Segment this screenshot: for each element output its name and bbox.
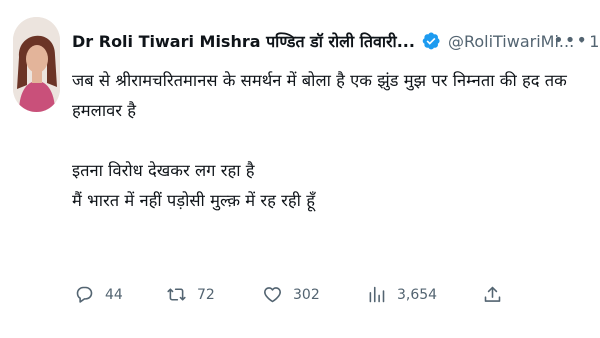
views-icon xyxy=(369,286,385,303)
verified-badge-icon xyxy=(422,32,440,50)
like-button[interactable]: 302 xyxy=(262,284,320,305)
tweet-line-2: हमलावर है xyxy=(72,101,137,120)
reply-icon xyxy=(76,286,93,303)
more-icon[interactable]: ••• xyxy=(553,30,588,51)
reply-count: 44 xyxy=(105,286,123,303)
tweet-text: जब से श्रीरामचरितमानस के समर्थन में बोला… xyxy=(72,66,584,216)
avatar-photo xyxy=(13,17,60,112)
author-name[interactable]: Dr Roli Tiwari Mishra पण्डित डॉ रोली तिव… xyxy=(72,30,415,52)
tweet-card[interactable]: Dr Roli Tiwari Mishra पण्डित डॉ रोली तिव… xyxy=(0,0,600,338)
like-count: 302 xyxy=(293,286,320,303)
tweet-timestamp[interactable]: 1h xyxy=(589,32,600,51)
views-count: 3,654 xyxy=(397,286,438,303)
tweet-line-4: मैं भारत में नहीं पड़ोसी मुल्क़ में रह र… xyxy=(72,191,315,210)
retweet-count: 72 xyxy=(197,286,215,303)
tweet-header: Dr Roli Tiwari Mishra पण्डित डॉ रोली तिव… xyxy=(72,29,600,53)
retweet-icon xyxy=(167,288,186,301)
retweet-button[interactable]: 72 xyxy=(166,284,215,305)
tweet-actions: 44 72 302 3,654 xyxy=(74,284,514,312)
reply-button[interactable]: 44 xyxy=(74,284,123,305)
avatar[interactable] xyxy=(13,17,60,112)
tweet-line-1: जब से श्रीरामचरितमानस के समर्थन में बोला… xyxy=(72,71,567,90)
share-icon xyxy=(484,286,501,302)
share-button[interactable] xyxy=(482,284,513,305)
paragraph-break xyxy=(72,126,584,156)
views-button[interactable]: 3,654 xyxy=(366,284,437,305)
like-icon xyxy=(264,287,281,303)
tweet-line-3: इतना विरोध देखकर लग रहा है xyxy=(72,161,255,180)
